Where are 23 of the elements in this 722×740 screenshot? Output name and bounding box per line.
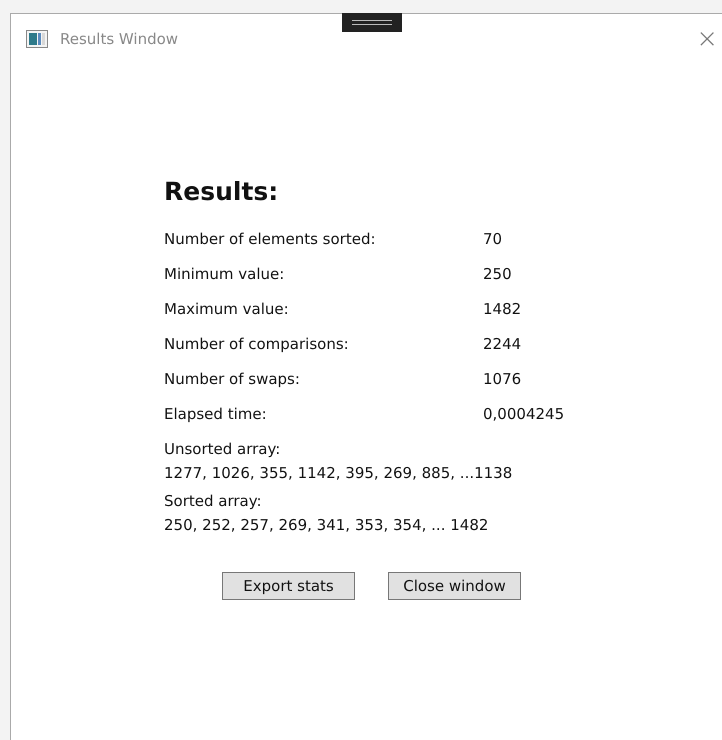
action-button[interactable]: Close window xyxy=(388,572,521,600)
array-values: 250, 252, 257, 269, 341, 353, 354, ... 1482 xyxy=(164,516,490,534)
stat-label: Elapsed time: xyxy=(164,405,268,423)
stat-value: 70 xyxy=(483,230,502,248)
stat-value: 2244 xyxy=(483,335,522,353)
app-icon xyxy=(26,30,48,48)
stat-label: Minimum value: xyxy=(164,265,286,283)
array-values: 1277, 1026, 355, 1142, 395, 269, 885, ...1138 xyxy=(164,464,514,482)
stat-label: Number of swaps: xyxy=(164,370,301,388)
results-heading: Results: xyxy=(164,176,280,208)
window-title: Results Window xyxy=(60,30,178,48)
stat-label: Number of elements sorted: xyxy=(164,230,377,248)
stat-value: 1482 xyxy=(483,300,522,318)
stat-value: 250 xyxy=(483,265,512,283)
array-label: Unsorted array: xyxy=(164,440,282,458)
array-label: Sorted array: xyxy=(164,492,263,510)
stat-value: 1076 xyxy=(483,370,522,388)
drag-handle-icon[interactable] xyxy=(342,13,402,32)
stat-value: 0,0004245 xyxy=(483,405,564,423)
stat-label: Maximum value: xyxy=(164,300,290,318)
stat-label: Number of comparisons: xyxy=(164,335,350,353)
close-button[interactable]: × xyxy=(692,26,722,52)
action-button[interactable]: Export stats xyxy=(222,572,355,600)
